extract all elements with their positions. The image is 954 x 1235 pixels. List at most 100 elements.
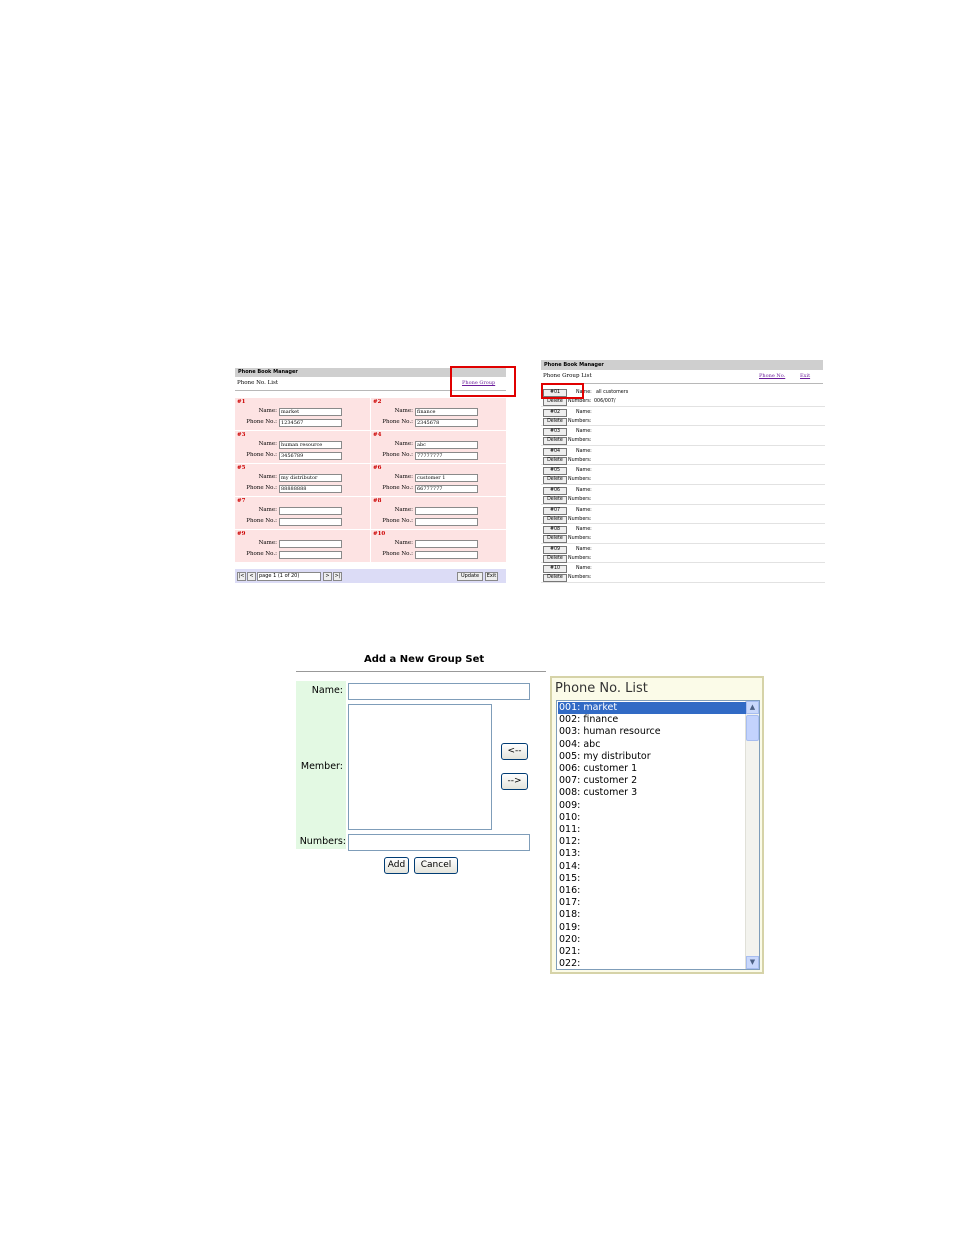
list-item[interactable]: 011: [558,824,746,836]
list-item[interactable]: 007: customer 2 [558,775,746,787]
group-name-label: Name: [576,448,592,454]
delete-button[interactable]: Delete [543,574,567,583]
next-page-button[interactable]: > [323,572,332,581]
delete-button[interactable]: Delete [543,417,567,426]
member-label: Member: [300,761,343,772]
phone-input[interactable] [415,551,478,559]
name-input[interactable] [348,683,530,700]
name-input[interactable]: finance [415,408,478,416]
name-input[interactable]: abc [415,441,478,449]
name-label: Name: [258,474,277,480]
delete-button[interactable]: Delete [543,535,567,544]
list-item[interactable]: 021: [558,946,746,958]
list-item[interactable]: 003: human resource [558,726,746,738]
phone-no-link[interactable]: Phone No. [759,373,785,379]
phone-input[interactable]: 1234567 [279,419,342,427]
delete-button[interactable]: Delete [543,496,567,504]
list-item[interactable]: 016: [558,885,746,897]
member-listbox[interactable] [348,704,492,830]
group-numbers-label: Numbers: [568,418,592,424]
first-page-button[interactable]: |< [237,572,246,581]
group-id-button[interactable]: #04 [543,447,567,456]
list-item[interactable]: 020: [558,934,746,946]
delete-button[interactable]: Delete [543,515,567,524]
group-id-button[interactable]: #10 [543,565,567,574]
phone-input[interactable] [415,518,478,526]
list-item[interactable]: 012: [558,836,746,848]
list-item[interactable]: 010: [558,812,746,824]
list-item[interactable]: 019: [558,922,746,934]
phone-label: Phone No.: [382,518,413,524]
add-button[interactable]: Add [384,857,409,874]
numbers-input[interactable] [348,834,530,851]
list-item[interactable]: 006: customer 1 [558,763,746,775]
name-input[interactable]: human resource [279,441,342,449]
list-item[interactable]: 001: market [558,702,746,715]
highlight-box [450,366,516,397]
list-item[interactable]: 002: finance [558,714,746,726]
group-id-button[interactable]: #07 [543,506,567,515]
last-page-button[interactable]: >| [333,572,342,581]
cancel-button[interactable]: Cancel [414,857,458,874]
group-id-button[interactable]: #03 [543,428,567,437]
name-label: Name: [258,441,277,447]
move-left-button[interactable]: <-- [501,743,528,760]
delete-button[interactable]: Delete [543,437,567,446]
exit-button[interactable]: Exit [485,572,498,581]
group-numbers-label: Numbers: [568,457,592,463]
group-numbers-label: Numbers: [568,516,592,522]
name-input[interactable]: market [279,408,342,416]
exit-link[interactable]: Exit [800,373,810,379]
name-input[interactable] [279,540,342,548]
list-item[interactable]: 005: my distributor [558,751,746,763]
list-item[interactable]: 008: customer 3 [558,787,746,799]
group-id-button[interactable]: #08 [543,526,567,535]
list-item[interactable]: 017: [558,897,746,909]
prev-page-button[interactable]: < [247,572,256,581]
phone-input[interactable]: 66777777 [415,485,478,493]
list-item[interactable]: 013: [558,848,746,860]
phone-entry-cell: #10 Name: Phone No.: [371,530,506,563]
phone-input[interactable]: 3456789 [279,452,342,460]
group-numbers-label: Numbers: [568,575,592,581]
phone-no-listbox[interactable]: ▲ ▼ 001: market 002: finance 003: human re… [556,700,760,970]
name-input[interactable]: customer 1 [415,474,478,482]
delete-button[interactable]: Delete [543,554,567,563]
group-id-button[interactable]: #02 [543,408,567,417]
list-item[interactable]: 015: [558,873,746,885]
name-input[interactable] [415,507,478,515]
phone-input[interactable]: 88888888 [279,485,342,493]
phone-entry-cell: #2 Name: finance Phone No.: 2345678 [371,398,506,431]
name-input[interactable] [415,540,478,548]
phone-input[interactable]: 2345678 [415,419,478,427]
phone-input[interactable] [279,551,342,559]
name-input[interactable] [279,507,342,515]
list-item[interactable]: 009: [558,800,746,812]
name-label: Name: [394,507,413,513]
scroll-up-arrow-icon[interactable]: ▲ [746,701,759,714]
name-input[interactable]: my distributor [279,474,342,482]
phone-input[interactable] [279,518,342,526]
group-id-button[interactable]: #06 [543,487,567,495]
list-item[interactable]: 022: [558,958,746,969]
page-select[interactable]: page 1 (1 of 20) [257,572,321,581]
phone-label: Phone No.: [246,518,277,524]
list-item[interactable]: 018: [558,909,746,921]
scrollbar[interactable]: ▲ ▼ [745,701,759,969]
phone-input[interactable]: 77777777 [415,452,478,460]
phone-label: Phone No.: [246,485,277,491]
delete-button[interactable]: Delete [543,456,567,465]
move-right-button[interactable]: --> [501,773,528,790]
group-id-button[interactable]: #09 [543,545,567,554]
list-item[interactable]: 004: abc [558,739,746,751]
name-label: Name: [311,685,343,696]
update-button[interactable]: Update [457,572,483,581]
group-numbers-value: 006/007/ [594,399,616,404]
scroll-down-arrow-icon[interactable]: ▼ [746,956,759,969]
list-item[interactable]: 014: [558,861,746,873]
scroll-thumb[interactable] [746,715,759,741]
delete-button[interactable]: Delete [543,398,567,406]
delete-button[interactable]: Delete [543,476,567,485]
entry-number: #3 [237,432,246,438]
group-id-button[interactable]: #05 [543,467,567,476]
